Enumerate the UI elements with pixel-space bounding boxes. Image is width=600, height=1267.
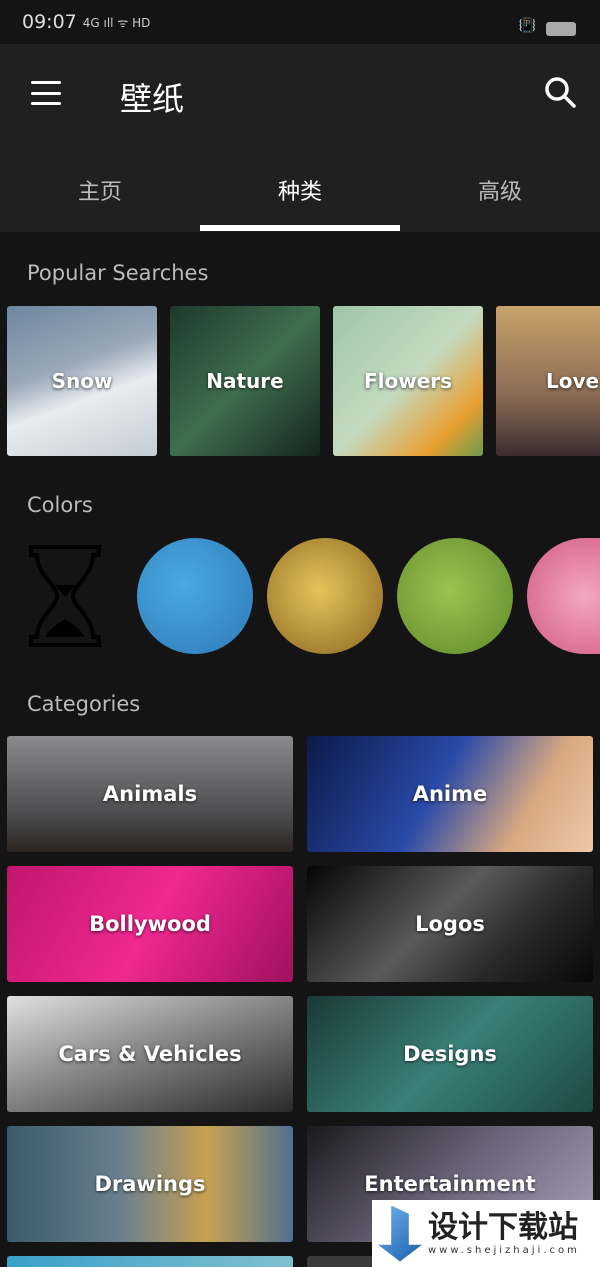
- app-bar: 壁纸 主页 种类 高级: [0, 44, 600, 232]
- hourglass-icon: [29, 545, 101, 647]
- tab-home[interactable]: 主页: [0, 164, 200, 232]
- popular-searches-heading: Popular Searches: [27, 261, 209, 285]
- popular-tile-flowers[interactable]: Flowers: [333, 306, 483, 456]
- watermark-title: 设计下载站: [428, 1210, 578, 1245]
- category-drawings[interactable]: Drawings: [7, 1126, 293, 1242]
- color-swatch-blue[interactable]: [137, 538, 253, 654]
- color-swatch-pink[interactable]: [527, 538, 600, 654]
- status-time: 09:07: [22, 11, 77, 33]
- tab-premium[interactable]: 高级: [400, 164, 600, 232]
- watermark-url: www.shejizhaji.com: [428, 1245, 580, 1256]
- category-animals[interactable]: Animals: [7, 736, 293, 852]
- category-logos[interactable]: Logos: [307, 866, 593, 982]
- vibrate-icon: 📳: [518, 18, 536, 34]
- battery-icon: [546, 22, 576, 36]
- popular-tile-snow[interactable]: Snow: [7, 306, 157, 456]
- tab-categories[interactable]: 种类: [200, 164, 400, 232]
- hamburger-icon[interactable]: [31, 81, 61, 105]
- signal-icons: 4G ıll ᯤ HD: [82, 15, 151, 30]
- watermark: 设计下载站 www.shejizhaji.com: [372, 1200, 600, 1267]
- watermark-logo-icon: [378, 1205, 422, 1262]
- popular-tile-nature[interactable]: Nature: [170, 306, 320, 456]
- category-bollywood[interactable]: Bollywood: [7, 866, 293, 982]
- categories-heading: Categories: [27, 692, 141, 716]
- app-title: 壁纸: [120, 80, 185, 118]
- search-icon[interactable]: [544, 76, 576, 108]
- tab-bar: 主页 种类 高级: [0, 164, 600, 232]
- category-cars-vehicles[interactable]: Cars & Vehicles: [7, 996, 293, 1112]
- colors-heading: Colors: [27, 493, 93, 517]
- category-anime[interactable]: Anime: [307, 736, 593, 852]
- color-swatch-gold[interactable]: [267, 538, 383, 654]
- status-bar: 09:07 4G ıll ᯤ HD 📳: [0, 0, 600, 44]
- color-swatch-green[interactable]: [397, 538, 513, 654]
- category-tile[interactable]: [7, 1256, 293, 1267]
- popular-tile-love[interactable]: Love: [496, 306, 600, 456]
- category-designs[interactable]: Designs: [307, 996, 593, 1112]
